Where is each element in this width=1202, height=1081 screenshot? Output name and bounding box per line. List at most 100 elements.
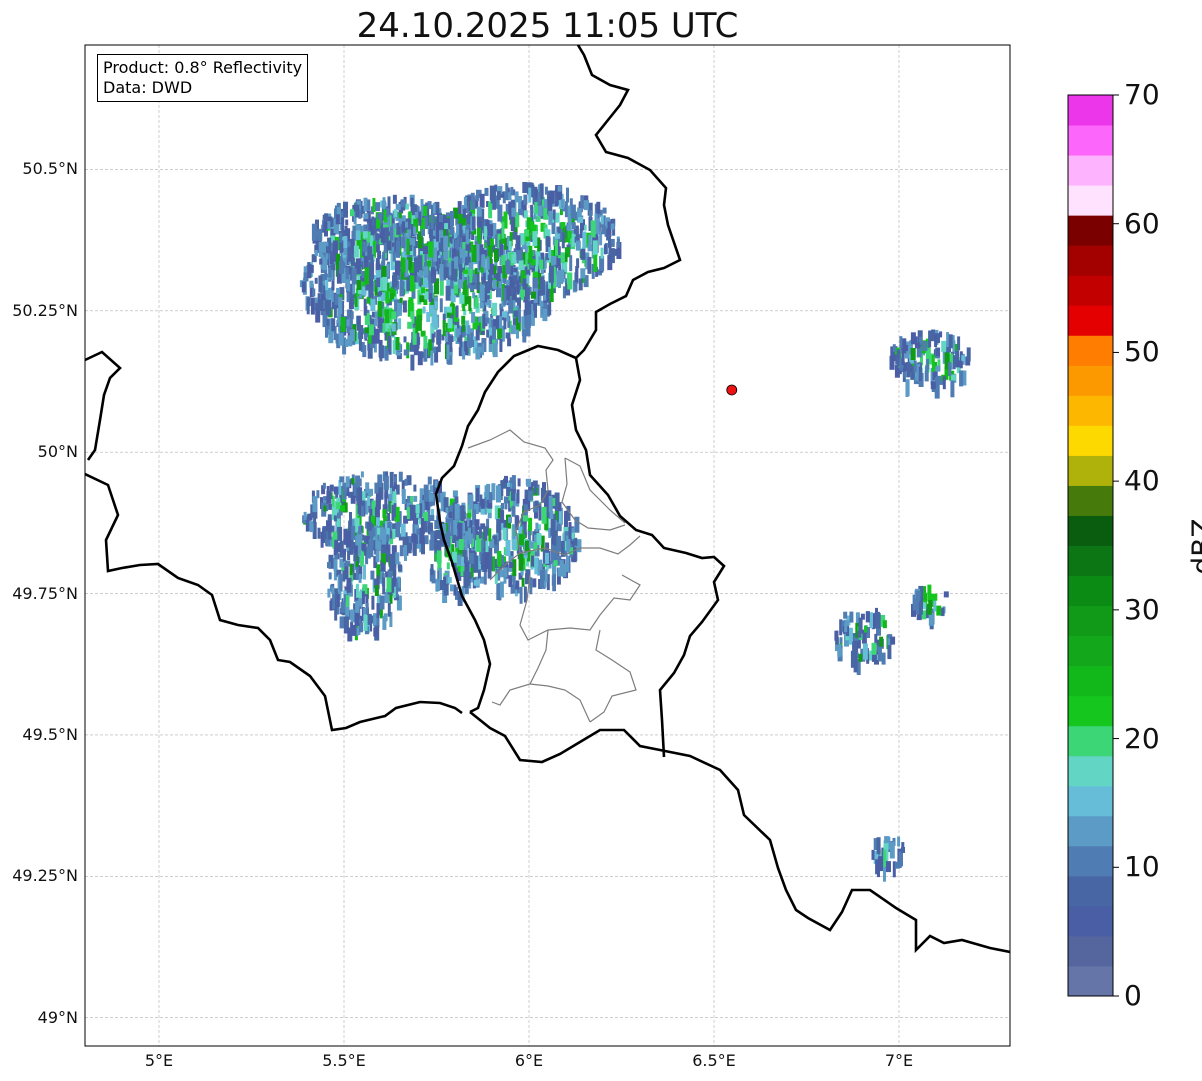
echo-pixel [508,516,512,523]
echo-pixel [518,537,524,546]
echo-pixel [404,478,408,486]
echo-pixel [330,219,334,228]
echo-pixel [557,226,561,234]
echo-pixel [405,221,408,228]
echo-pixel [886,861,891,873]
echo-pixel [516,282,520,294]
echo-pixel [464,533,468,543]
echo-pixel [517,307,521,323]
echo-pixel [452,490,458,498]
echo-pixel [496,273,501,281]
echo-pixel [375,269,381,278]
echo-pixel [317,527,321,539]
echo-pixel [410,301,414,312]
echo-pixel [395,260,399,275]
echo-pixel [386,577,392,593]
echo-pixel [336,594,340,608]
echo-pixel [508,240,512,251]
echo-pixel [610,223,615,230]
echo-pixel [371,595,375,610]
echo-pixel [548,210,553,225]
echo-pixel [370,299,376,312]
echo-pixel [382,322,386,333]
echo-pixel [883,864,886,882]
echo-pixel [450,211,454,226]
echo-pixel [394,209,397,218]
echo-pixel [309,521,314,533]
colorbar-segment [1068,755,1113,787]
echo-pixel [401,280,404,289]
data-source-label: Data: DWD [103,78,193,97]
echo-pixel [460,505,465,522]
echo-pixel [355,600,360,615]
echo-pixel [509,562,514,568]
echo-pixel [375,492,381,510]
echo-pixel [484,485,488,497]
echo-pixel [455,328,460,338]
echo-pixel [346,319,350,327]
echo-pixel [392,251,396,262]
echo-pixel [530,204,534,211]
echo-pixel [454,256,459,269]
echo-pixel [392,275,397,288]
echo-pixel [312,496,318,513]
echo-pixel [423,205,428,216]
echo-pixel [419,527,425,544]
echo-pixel [496,191,501,201]
colorbar-segment [1068,965,1113,997]
echo-pixel [550,520,556,536]
echo-pixel [877,857,883,870]
echo-pixel [860,613,865,620]
echo-pixel [436,227,439,242]
echo-pixel [444,223,449,230]
echo-pixel [531,291,536,299]
echo-pixel [306,297,311,307]
echo-pixel [857,630,862,638]
echo-pixel [943,591,949,598]
latitude-tick-label: 49.75°N [12,583,78,603]
echo-pixel [331,318,336,332]
echo-pixel [603,244,607,255]
echo-pixel [465,256,471,263]
echo-pixel [485,281,490,294]
echo-pixel [392,194,397,204]
echo-pixel [413,226,417,235]
colorbar-segment [1068,845,1113,877]
echo-pixel [513,310,519,318]
echo-pixel [526,478,532,487]
echo-pixel [395,337,400,350]
echo-pixel [578,216,584,223]
echo-pixel [386,207,390,217]
echo-pixel [537,205,543,217]
echo-pixel [496,288,501,298]
longitude-tick-label: 6.5°E [692,1051,736,1070]
echo-pixel [906,362,911,377]
echo-pixel [339,573,343,591]
echo-pixel [504,475,508,483]
echo-pixel [449,336,454,342]
echo-pixel [561,232,565,249]
echo-pixel [391,323,396,332]
echo-pixel [883,849,887,867]
echo-pixel [354,612,360,626]
echo-pixel [592,240,598,256]
echo-pixel [386,263,390,277]
echo-pixel [901,352,905,365]
echo-pixel [530,221,534,229]
colorbar-segment [1068,605,1113,637]
echo-pixel [320,531,324,548]
echo-pixel [406,507,410,520]
echo-pixel [358,325,364,339]
echo-pixel [923,593,927,601]
echo-pixel [476,206,482,217]
echo-pixel [511,199,515,208]
echo-pixel [356,487,360,505]
echo-pixel [392,491,397,504]
echo-pixel [374,318,378,327]
echo-pixel [433,247,438,262]
echo-pixel [434,520,440,530]
echo-pixel [454,268,458,282]
echo-pixel [411,533,417,543]
echo-pixel [892,344,896,353]
echo-pixel [492,326,496,340]
